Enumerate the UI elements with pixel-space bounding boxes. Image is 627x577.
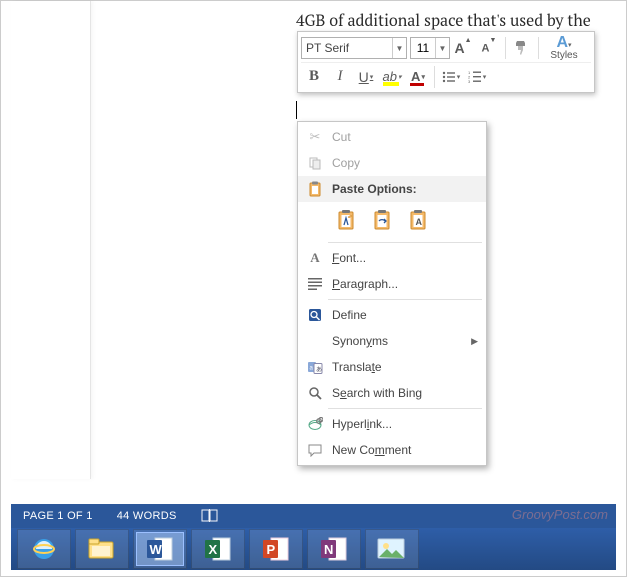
font-name-value: PT Serif [302, 38, 392, 58]
menu-paragraph[interactable]: Paragraph... [298, 271, 486, 297]
svg-text:X: X [209, 542, 218, 557]
bold-button[interactable]: B [302, 65, 326, 89]
underline-button[interactable]: U▾ [354, 65, 378, 89]
styles-button[interactable]: A▾ Styles [542, 36, 586, 61]
highlight-button[interactable]: ab▾ [380, 65, 404, 89]
context-menu: ✂ Cut Copy Paste Options: A A Font... Pa… [297, 121, 487, 466]
paste-options-row: A [298, 202, 486, 240]
menu-font[interactable]: A Font... [298, 245, 486, 271]
mini-toolbar: PT Serif ▼ 11 ▼ A▲ A▼ A▾ Styles B I U▾ a… [297, 31, 595, 93]
comment-icon [304, 444, 326, 457]
menu-new-comment[interactable]: New Comment [298, 437, 486, 463]
shrink-font-button[interactable]: A▼ [477, 36, 501, 60]
menu-define[interactable]: Define [298, 302, 486, 328]
separator [538, 37, 539, 59]
page-left-margin [11, 1, 91, 479]
font-icon: A [304, 250, 326, 266]
font-size-value: 11 [411, 41, 435, 55]
menu-separator [328, 242, 482, 243]
paste-merge-formatting[interactable] [368, 206, 396, 234]
svg-text:3: 3 [468, 79, 471, 84]
taskbar-onenote[interactable]: N [310, 532, 358, 566]
translate-icon: aあ [304, 361, 326, 374]
menu-synonyms[interactable]: Synonyms ▶ [298, 328, 486, 354]
taskbar-word[interactable]: W [136, 532, 184, 566]
taskbar: W X P N [11, 528, 616, 570]
taskbar-file-explorer[interactable] [78, 532, 126, 566]
search-icon [304, 386, 326, 400]
italic-button[interactable]: I [328, 65, 352, 89]
menu-search-bing[interactable]: Search with Bing [298, 380, 486, 406]
taskbar-powerpoint[interactable]: P [252, 532, 300, 566]
grow-font-button[interactable]: A▲ [451, 36, 475, 60]
paste-keep-source-formatting[interactable] [332, 206, 360, 234]
separator [434, 66, 435, 88]
status-page[interactable]: PAGE 1 OF 1 [23, 510, 93, 522]
numbering-icon: 123 [468, 70, 482, 84]
font-name-combo[interactable]: PT Serif ▼ [301, 37, 407, 59]
bullets-icon [442, 70, 456, 84]
svg-text:あ: あ [316, 366, 322, 373]
paragraph-icon [304, 278, 326, 290]
font-name-dropdown-icon[interactable]: ▼ [392, 38, 406, 58]
copy-icon [304, 156, 326, 170]
svg-text:N: N [324, 542, 333, 557]
paste-icon [304, 181, 326, 197]
status-proofing-icon[interactable] [201, 509, 219, 524]
format-painter-icon [514, 40, 530, 56]
numbering-button[interactable]: 123▾ [465, 65, 489, 89]
font-color-button[interactable]: A▾ [406, 65, 430, 89]
menu-copy: Copy [298, 150, 486, 176]
font-size-dropdown-icon[interactable]: ▼ [435, 38, 449, 58]
menu-separator [328, 408, 482, 409]
taskbar-internet-explorer[interactable] [20, 532, 68, 566]
font-size-combo[interactable]: 11 ▼ [410, 37, 450, 59]
paste-keep-text-only[interactable]: A [404, 206, 432, 234]
document-text[interactable]: 4GB of additional space that's used by t… [296, 9, 591, 31]
svg-text:P: P [267, 542, 276, 557]
svg-text:A: A [416, 217, 423, 227]
taskbar-excel[interactable]: X [194, 532, 242, 566]
bullets-button[interactable]: ▾ [439, 65, 463, 89]
menu-hyperlink[interactable]: Hyperlink... [298, 411, 486, 437]
menu-separator [328, 299, 482, 300]
taskbar-photos[interactable] [368, 532, 416, 566]
define-icon [304, 308, 326, 322]
format-painter-button[interactable] [510, 36, 534, 60]
status-bar: PAGE 1 OF 1 44 WORDS [11, 504, 616, 528]
submenu-arrow-icon: ▶ [471, 336, 478, 347]
menu-cut: ✂ Cut [298, 124, 486, 150]
menu-paste-options-header: Paste Options: [298, 176, 486, 202]
text-cursor [296, 101, 297, 119]
hyperlink-icon [304, 417, 326, 431]
svg-text:W: W [150, 542, 163, 557]
cut-icon: ✂ [304, 129, 326, 145]
menu-translate[interactable]: aあ Translate [298, 354, 486, 380]
separator [505, 37, 506, 59]
styles-label: Styles [550, 50, 577, 61]
status-word-count[interactable]: 44 WORDS [117, 510, 177, 522]
